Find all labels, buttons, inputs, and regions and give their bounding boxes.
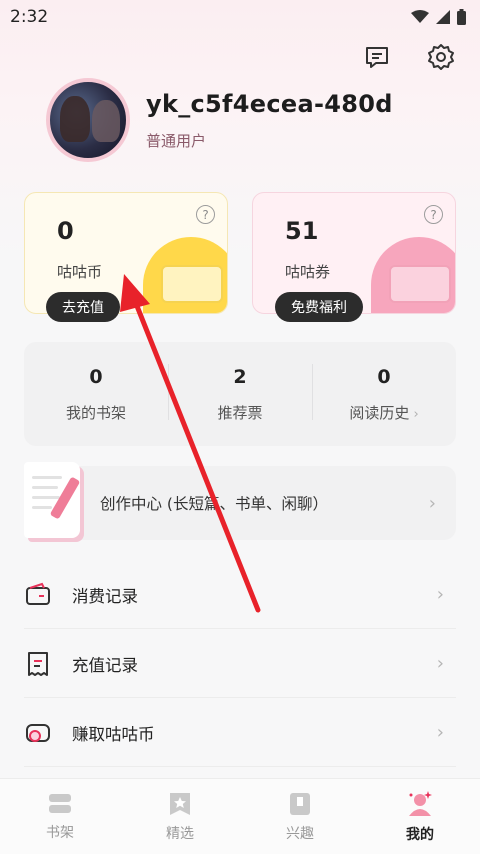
create-center[interactable]: 创作中心 (长短篇、书单、闲聊） ›: [24, 462, 456, 540]
menu-label: 赚取咕咕币: [72, 724, 155, 744]
tab-label: 书架: [46, 824, 74, 841]
signal-icon: [436, 10, 450, 24]
wallet-icon: [26, 582, 50, 605]
status-icons: [411, 9, 466, 25]
help-icon[interactable]: ?: [196, 205, 215, 224]
stat-label: 推荐票: [217, 403, 263, 422]
coins-value: 0: [57, 217, 74, 245]
message-icon[interactable]: [362, 42, 392, 72]
username: yk_c5f4ecea-480d: [146, 89, 393, 118]
menu-label: 充值记录: [72, 655, 138, 675]
menu-earn-coins[interactable]: 赚取咕咕币 ›: [24, 698, 456, 767]
gear-icon[interactable]: [426, 42, 456, 72]
tab-interest[interactable]: 兴趣: [240, 779, 360, 854]
stats-panel: 0 我的书架 2 推荐票 0 阅读历史 ›: [24, 342, 456, 446]
profile-header[interactable]: yk_c5f4ecea-480d 普通用户: [46, 78, 393, 162]
bottom-tab-bar: 书架 精选 兴趣 我的: [0, 778, 480, 854]
coin-earn-icon: [26, 723, 50, 742]
tab-bookshelf[interactable]: 书架: [0, 779, 120, 854]
bookshelf-icon: [49, 793, 71, 813]
tab-label: 精选: [166, 825, 194, 842]
menu-label: 消费记录: [72, 586, 138, 606]
stat-label: 我的书架: [65, 403, 126, 422]
bird-card-illustration: [389, 265, 451, 303]
chick-card-illustration: [161, 265, 223, 303]
coupons-label: 咕咕券: [285, 263, 331, 281]
menu-consumption-records[interactable]: 消费记录 ›: [24, 560, 456, 629]
coins-label: 咕咕币: [57, 263, 103, 281]
status-time: 2:32: [10, 7, 49, 27]
tab-featured[interactable]: 精选: [120, 779, 240, 854]
stat-bookshelf[interactable]: 0 我的书架: [24, 342, 168, 446]
battery-icon: [457, 9, 466, 25]
stat-value: 0: [89, 365, 103, 388]
wifi-icon: [411, 10, 429, 23]
divider: [24, 766, 456, 767]
chevron-right-icon: ›: [436, 653, 444, 674]
create-illustration: [24, 462, 81, 538]
tab-mine[interactable]: 我的: [360, 779, 480, 854]
receipt-icon: [28, 651, 48, 676]
stat-value: 2: [233, 365, 247, 388]
coupons-value: 51: [285, 217, 319, 245]
stat-value: 0: [377, 365, 391, 388]
user-type: 普通用户: [146, 131, 207, 150]
stat-reading-history[interactable]: 0 阅读历史 ›: [312, 342, 456, 446]
avatar[interactable]: [46, 78, 130, 162]
status-bar: 2:32: [0, 0, 480, 34]
tab-label: 兴趣: [286, 825, 314, 842]
top-actions: [362, 42, 456, 72]
tab-label: 我的: [406, 826, 434, 843]
free-benefits-button[interactable]: 免费福利: [275, 292, 363, 322]
create-center-label: 创作中心 (长短篇、书单、闲聊）: [100, 495, 328, 513]
chevron-right-icon: ›: [436, 584, 444, 605]
stat-label: 阅读历史 ›: [349, 403, 419, 422]
recharge-button[interactable]: 去充值: [46, 292, 120, 322]
chevron-right-icon: ›: [428, 492, 436, 514]
interest-icon: [290, 792, 310, 815]
featured-icon: [170, 792, 190, 815]
help-icon[interactable]: ?: [424, 205, 443, 224]
profile-icon: [409, 790, 432, 816]
stat-recommend-tickets[interactable]: 2 推荐票: [168, 342, 312, 446]
menu-recharge-records[interactable]: 充值记录 ›: [24, 629, 456, 698]
chevron-right-icon: ›: [436, 722, 444, 743]
